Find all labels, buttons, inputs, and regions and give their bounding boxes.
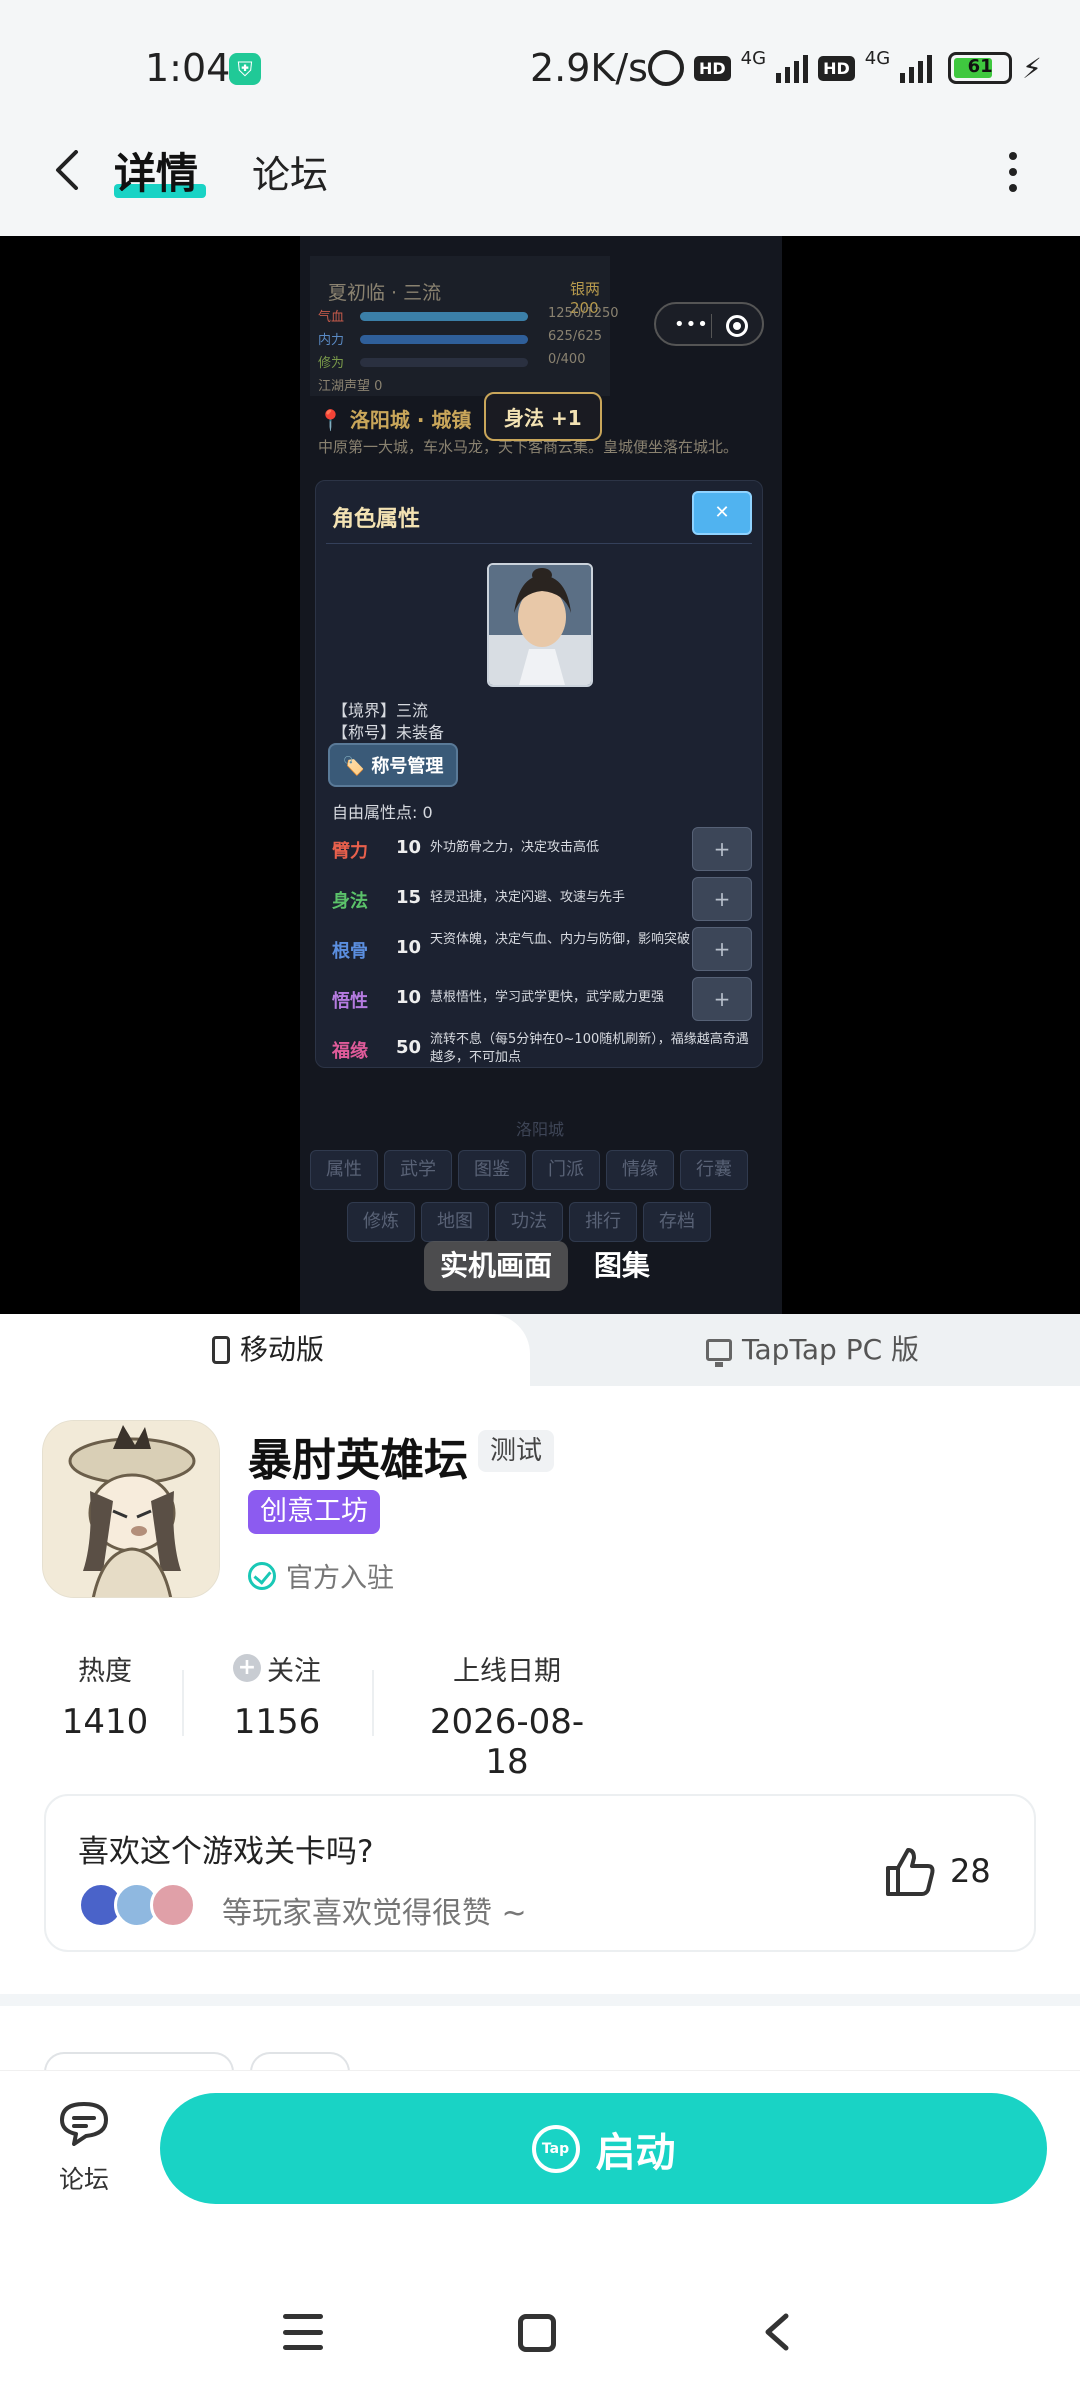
- character-portrait: [487, 563, 593, 687]
- platform-toggle: 移动版 TapTap PC 版: [0, 1314, 1080, 1386]
- taptap-logo-icon: Tap: [531, 2124, 580, 2173]
- system-back-icon[interactable]: [760, 2312, 796, 2352]
- game-tab: 地图: [421, 1202, 489, 1242]
- game-tab: 图鉴: [458, 1150, 526, 1190]
- tab-detail[interactable]: 详情: [114, 140, 198, 201]
- launch-button[interactable]: Tap 启动: [160, 2093, 1047, 2204]
- game-screenshot: 夏初临 · 三流 银两 200 气血 1250/1250 内力 625/625 …: [300, 236, 782, 1314]
- like-count: 28: [950, 1852, 991, 1890]
- recent-apps-icon[interactable]: [283, 2314, 323, 2350]
- title-manage-button[interactable]: 🏷️ 称号管理: [328, 743, 458, 787]
- game-tab: 存档: [643, 1202, 711, 1242]
- game-tab: 门派: [532, 1150, 600, 1190]
- stat-heat: 热度 1410: [61, 1655, 149, 1743]
- attr-row-strength: 臂力 10 外功筋骨之力，决定攻击高低 +: [332, 827, 762, 871]
- fame-text: 江湖声望 0: [318, 379, 383, 394]
- signal-icon: [900, 53, 933, 83]
- game-icon[interactable]: [42, 1420, 220, 1598]
- network-type: 4G: [864, 47, 891, 69]
- miniprogram-capsule[interactable]: •••: [654, 302, 764, 346]
- home-icon[interactable]: [518, 2314, 556, 2352]
- shield-icon: ⛨: [229, 53, 261, 85]
- stat-toast: 身法 +1: [484, 392, 602, 441]
- hp-bar: 气血 1250/1250: [318, 306, 619, 325]
- city-label: 洛阳城: [515, 1120, 564, 1139]
- player-name: 夏初临 · 三流: [328, 282, 442, 304]
- media-tabs: 实机画面 图集: [424, 1241, 666, 1291]
- game-tab: 修炼: [347, 1202, 415, 1242]
- monitor-icon: [706, 1339, 732, 1367]
- platform-mobile[interactable]: 移动版: [212, 1314, 324, 1386]
- attr-row-fortune: 福缘 50 流转不息（每5分钟在0~100随机刷新），福缘越高奇遇越多，不可加点: [332, 1032, 749, 1065]
- like-subtitle: 等玩家喜欢觉得很赞 ~: [222, 1896, 527, 1931]
- phone-icon: [212, 1336, 230, 1364]
- more-options-icon[interactable]: [1005, 152, 1021, 192]
- avatar: [150, 1882, 196, 1928]
- game-tab: 行囊: [680, 1150, 748, 1190]
- network-type: 4G: [740, 47, 767, 69]
- add-point-button[interactable]: +: [692, 827, 752, 871]
- hd-badge: HD: [694, 55, 731, 81]
- game-tab: 情缘: [606, 1150, 674, 1190]
- status-time: 1:04: [145, 46, 231, 90]
- game-tab: 武学: [384, 1150, 452, 1190]
- mp-bar: 内力 625/625: [318, 329, 603, 348]
- more-dots-icon[interactable]: •••: [674, 314, 709, 335]
- status-icons: HD 4G HD 4G 61 ⚡: [648, 47, 1042, 86]
- attr-row-constitution: 根骨 10 天资体魄，决定气血、内力与防御，影响突破 +: [332, 927, 762, 971]
- realm-text: 【境界】三流: [332, 701, 429, 720]
- stat-follow[interactable]: + 关注 1156: [222, 1648, 332, 1742]
- game-tab: 排行: [569, 1202, 637, 1242]
- official-verified: 官方入驻: [248, 1556, 394, 1595]
- thumbs-up-icon[interactable]: [882, 1844, 938, 1900]
- like-card: 喜欢这个游戏关卡吗? 等玩家喜欢觉得很赞 ~ 28: [44, 1794, 1036, 1952]
- attr-row-agility: 身法 15 轻灵迅捷，决定闪避、攻速与先手 +: [332, 877, 762, 921]
- forum-button[interactable]: 论坛: [44, 2098, 124, 2196]
- test-badge: 测试: [478, 1430, 555, 1472]
- panel-title: 角色属性: [332, 507, 421, 532]
- attribute-panel: 角色属性 ✕ 【境界】三流 【称号】未装备 🏷️ 称号管理 自由属性点: 0 臂…: [315, 480, 763, 1068]
- status-bar: 1:04 ⛨ 2.9K/s HD 4G HD 4G 61 ⚡: [0, 0, 1080, 130]
- free-points: 自由属性点: 0: [332, 803, 433, 822]
- alarm-icon: [648, 50, 684, 86]
- add-point-button[interactable]: +: [692, 977, 752, 1021]
- add-point-button[interactable]: +: [692, 877, 752, 921]
- game-title: 暴肘英雄坛: [248, 1435, 468, 1486]
- add-point-button[interactable]: +: [692, 927, 752, 971]
- network-speed: 2.9K/s: [530, 46, 648, 90]
- follow-plus-icon: +: [233, 1654, 261, 1682]
- game-tab: 属性: [310, 1150, 378, 1190]
- tab-real-footage[interactable]: 实机画面: [424, 1241, 569, 1291]
- player-avatars: [78, 1882, 202, 1928]
- forum-chat-icon: [60, 2102, 108, 2146]
- stat-launch-date: 上线日期 2026-08-18: [429, 1655, 585, 1783]
- cultivation-bar: 修为 0/400: [318, 352, 586, 371]
- check-circle-icon: [248, 1561, 276, 1590]
- battery-icon: 61: [948, 52, 1013, 84]
- back-arrow-icon[interactable]: [48, 150, 88, 190]
- charging-icon: ⚡: [1022, 51, 1042, 85]
- platform-pc[interactable]: TapTap PC 版: [706, 1314, 919, 1386]
- panel-close-button[interactable]: ✕: [692, 491, 752, 535]
- signal-icon: [776, 53, 809, 83]
- location-name: 📍 洛阳城 · 城镇: [318, 408, 472, 432]
- tab-gallery[interactable]: 图集: [578, 1241, 666, 1291]
- tab-forum[interactable]: 论坛: [252, 144, 328, 199]
- battery-level: 61: [967, 56, 993, 77]
- attr-row-insight: 悟性 10 慧根悟性，学习武学更快，武学威力更强 +: [332, 977, 762, 1021]
- workshop-badge[interactable]: 创意工坊: [248, 1490, 380, 1534]
- equipped-title-text: 【称号】未装备: [332, 723, 445, 742]
- media-viewer[interactable]: 夏初临 · 三流 银两 200 气血 1250/1250 内力 625/625 …: [0, 236, 1080, 1314]
- game-tab: 功法: [495, 1202, 563, 1242]
- hd-badge: HD: [818, 55, 855, 81]
- like-question: 喜欢这个游戏关卡吗?: [78, 1834, 374, 1870]
- close-target-icon[interactable]: [726, 315, 748, 337]
